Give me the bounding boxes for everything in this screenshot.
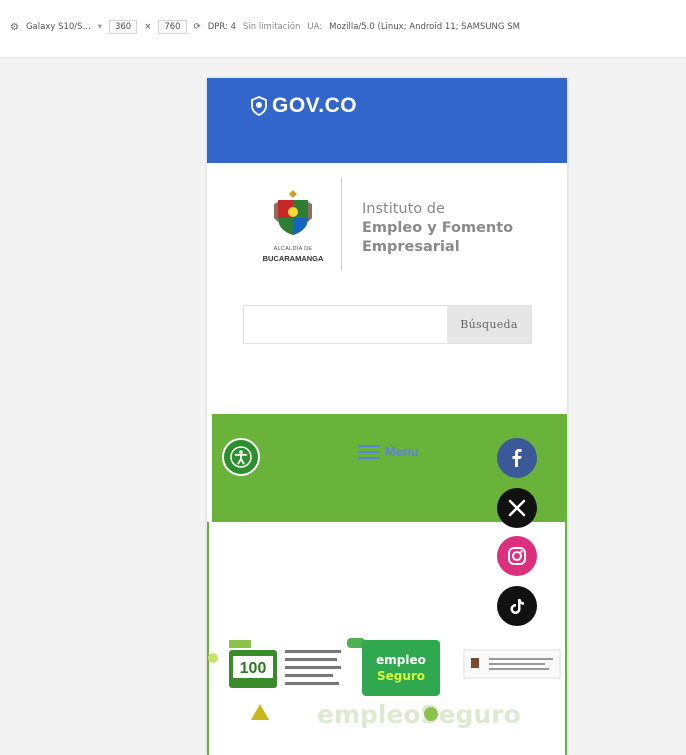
brand-divider xyxy=(341,178,342,270)
gov-logo[interactable]: GOV.CO xyxy=(250,94,357,118)
hamburger-icon xyxy=(358,444,380,459)
height-field[interactable]: 760 xyxy=(158,20,187,34)
rotate-icon[interactable]: ⟳ xyxy=(194,22,201,32)
banner-watermark: empleoSeguro xyxy=(317,700,521,728)
alcaldia-label: ALCALDÍA DE xyxy=(273,246,313,252)
search-form: Búsqueda xyxy=(243,305,532,344)
x-button[interactable] xyxy=(497,488,537,528)
devtools-device-toolbar: ⚙ Galaxy S10/S... ▾ 360 × 760 ⟳ DPR: 4 S… xyxy=(0,0,686,58)
empleo-seguro-banner[interactable]: 100 empleo Seguro empleoSeguro xyxy=(207,628,567,728)
institution-line-2: Empleo y Fomento xyxy=(362,220,514,236)
dpr-select[interactable]: DPR: 4 xyxy=(208,22,236,32)
ua-label: UA: xyxy=(307,22,323,32)
facebook-icon xyxy=(512,449,522,467)
times-symbol: × xyxy=(144,22,152,32)
counter-number: 100 xyxy=(240,660,267,677)
tiktok-button[interactable] xyxy=(497,586,537,626)
chevron-down-icon[interactable]: ▾ xyxy=(98,22,102,32)
facebook-button[interactable] xyxy=(497,438,537,478)
device-select[interactable]: Galaxy S10/S... xyxy=(26,22,91,32)
city-crest-icon xyxy=(274,190,312,235)
accessibility-button[interactable] xyxy=(222,438,260,476)
devtools-row: ⚙ Galaxy S10/S... ▾ 360 × 760 ⟳ DPR: 4 S… xyxy=(10,20,520,34)
menu-toggle[interactable]: Menu xyxy=(358,444,419,459)
search-input[interactable] xyxy=(244,306,447,343)
mobile-viewport: GOV.CO ALCALDÍA DE BUCARAMANGA Instituto… xyxy=(207,78,567,755)
banner-logo-top: empleo xyxy=(376,653,426,667)
throttle-select[interactable]: Sin limitación xyxy=(243,22,300,32)
instagram-button[interactable] xyxy=(497,536,537,576)
instagram-icon xyxy=(508,547,526,565)
banner-logo-bottom: Seguro xyxy=(377,669,425,683)
accessibility-icon xyxy=(230,446,252,468)
institution-line-1: Instituto de xyxy=(362,201,445,217)
institution-line-3: Empresarial xyxy=(362,239,460,255)
width-field[interactable]: 360 xyxy=(108,20,138,34)
institution-header: ALCALDÍA DE BUCARAMANGA Instituto de Emp… xyxy=(247,178,547,274)
x-icon xyxy=(508,499,526,517)
bucaramanga-logo[interactable]: ALCALDÍA DE BUCARAMANGA xyxy=(247,188,339,268)
gov-brand-text: GOV.CO xyxy=(272,94,358,117)
city-name: BUCARAMANGA xyxy=(262,254,324,263)
gov-header-bar: GOV.CO xyxy=(207,78,567,163)
institution-name[interactable]: Instituto de Empleo y Fomento Empresaria… xyxy=(362,200,513,257)
search-button[interactable]: Búsqueda xyxy=(447,306,531,343)
device-settings-icon[interactable]: ⚙ xyxy=(10,22,19,33)
menu-label: Menu xyxy=(385,444,419,459)
gov-shield-icon xyxy=(251,96,267,116)
tiktok-icon xyxy=(510,599,524,614)
user-agent-value: Mozilla/5.0 (Linux; Android 11; SAMSUNG … xyxy=(329,22,520,32)
